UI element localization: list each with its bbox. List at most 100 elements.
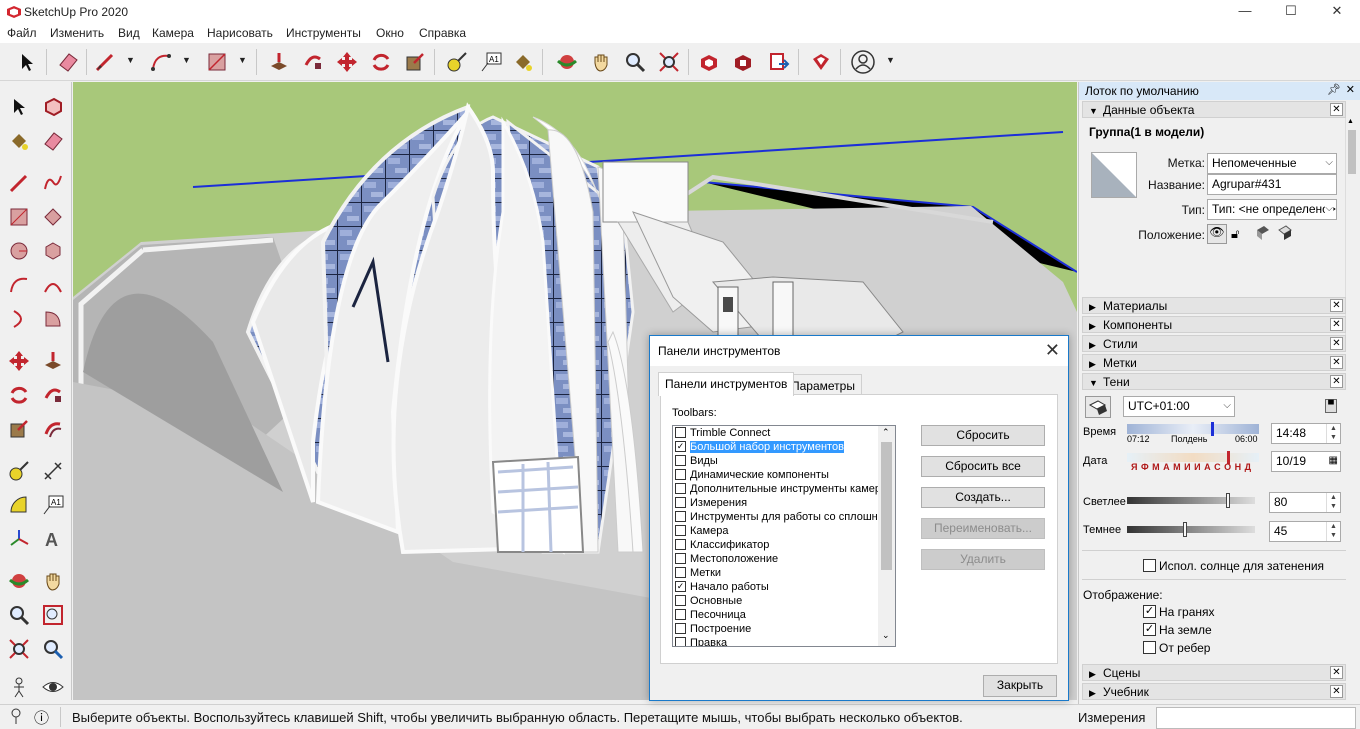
tab-toolbars[interactable]: Панели инструментов bbox=[658, 372, 795, 396]
close-window-button[interactable]: ✕ bbox=[1314, 0, 1360, 24]
toolbar-list-item[interactable]: Инструменты для работы со сплошн bbox=[675, 510, 878, 525]
scroll-thumb[interactable] bbox=[881, 442, 892, 570]
look-around-tool-icon[interactable] bbox=[38, 672, 68, 702]
toolbar-checkbox[interactable] bbox=[675, 524, 686, 536]
dialog-title-bar[interactable]: Панели инструментов ✕ bbox=[650, 336, 1068, 366]
toolbar-checkbox[interactable] bbox=[675, 622, 686, 634]
toolbar-list-item[interactable]: ✓ Начало работы bbox=[675, 580, 769, 595]
user-account-icon[interactable] bbox=[848, 47, 878, 77]
eraser-tool-icon[interactable] bbox=[53, 47, 83, 77]
toolbar-list-item[interactable]: Построение bbox=[675, 622, 751, 637]
menu-help[interactable]: Справка bbox=[419, 26, 466, 40]
date-slider[interactable] bbox=[1127, 451, 1259, 464]
three-point-arc-tool-icon[interactable] bbox=[4, 304, 34, 334]
line-tool-icon[interactable] bbox=[90, 47, 120, 77]
rotated-rectangle-tool-icon[interactable] bbox=[38, 202, 68, 232]
light-field[interactable]: 80 ▲ ▼ bbox=[1269, 492, 1341, 513]
toolbars-list[interactable]: Trimble Connect ✓ Большой набор инструмент… bbox=[672, 425, 896, 647]
zoom-tool-icon[interactable] bbox=[4, 600, 34, 630]
create-button[interactable]: Создать... bbox=[921, 487, 1045, 508]
toolbar-list-item[interactable]: Классификатор bbox=[675, 538, 769, 553]
toolbar-checkbox[interactable] bbox=[675, 608, 686, 620]
toolbar-checkbox[interactable] bbox=[675, 552, 686, 564]
toolbar-checkbox[interactable]: ✓ bbox=[675, 580, 686, 592]
rectangle-tool-icon[interactable] bbox=[202, 47, 232, 77]
scenes-header[interactable]: ▶ Сцены ✕ bbox=[1082, 664, 1346, 681]
follow-me-tool-icon[interactable] bbox=[38, 380, 68, 410]
time-spinner-icon[interactable]: ▲ ▼ bbox=[1326, 424, 1340, 443]
shadows-header[interactable]: ▼ Тени ✕ bbox=[1082, 373, 1346, 390]
toolbar-list-item[interactable]: Trimble Connect bbox=[675, 426, 770, 441]
toolbar-list-item[interactable]: ✓ Большой набор инструментов bbox=[675, 440, 844, 455]
3d-text-tool-icon[interactable]: A bbox=[38, 524, 68, 554]
arc-tool-icon[interactable] bbox=[4, 270, 34, 300]
two-point-arc-tool-icon[interactable] bbox=[38, 270, 68, 300]
previous-view-tool-icon[interactable] bbox=[38, 634, 68, 664]
cast-shadows-icon[interactable] bbox=[1277, 224, 1293, 242]
dark-field[interactable]: 45 ▲ ▼ bbox=[1269, 521, 1341, 542]
toolbar-checkbox[interactable] bbox=[675, 510, 686, 522]
scroll-up-icon[interactable]: ⌃ bbox=[882, 427, 890, 438]
arc-tool-icon[interactable] bbox=[146, 47, 176, 77]
pie-tool-icon[interactable] bbox=[38, 304, 68, 334]
scroll-up-icon[interactable]: ▲ bbox=[1347, 118, 1354, 125]
extension-manager-icon[interactable] bbox=[806, 47, 836, 77]
toolbar-list-item[interactable]: Основные bbox=[675, 594, 742, 609]
toolbar-list-item[interactable]: Камера bbox=[675, 524, 728, 539]
toolbar-checkbox[interactable]: ✓ bbox=[675, 440, 686, 452]
orbit-tool-icon[interactable] bbox=[552, 47, 582, 77]
close-panel-icon[interactable]: ✕ bbox=[1330, 337, 1343, 350]
toolbar-checkbox[interactable] bbox=[675, 454, 686, 466]
close-panel-icon[interactable]: ✕ bbox=[1330, 685, 1343, 698]
delete-button[interactable]: Удалить bbox=[921, 549, 1045, 570]
close-icon[interactable]: ✕ bbox=[1045, 340, 1060, 361]
toolbar-checkbox[interactable] bbox=[675, 594, 686, 606]
toolbar-list-item[interactable]: Динамические компоненты bbox=[675, 468, 829, 483]
pin-icon[interactable]: 📌︎ bbox=[1327, 83, 1341, 96]
close-panel-icon[interactable]: ✕ bbox=[1330, 299, 1343, 312]
rotate-tool-icon[interactable] bbox=[4, 380, 34, 410]
offset-tool-icon[interactable] bbox=[38, 414, 68, 444]
date-field[interactable]: 10/19 ▦ bbox=[1271, 451, 1341, 472]
zoom-extents-tool-icon[interactable] bbox=[4, 634, 34, 664]
tray-scrollbar[interactable]: ▲ bbox=[1345, 118, 1357, 338]
scale-tool-icon[interactable] bbox=[400, 47, 430, 77]
dark-slider[interactable] bbox=[1127, 522, 1255, 537]
tags-header[interactable]: ▶ Метки ✕ bbox=[1082, 354, 1346, 371]
toolbar-list-item[interactable]: Виды bbox=[675, 454, 718, 469]
close-panel-icon[interactable]: ✕ bbox=[1330, 356, 1343, 369]
materials-header[interactable]: ▶ Материалы ✕ bbox=[1082, 297, 1346, 314]
axes-tool-icon[interactable] bbox=[4, 524, 34, 554]
menu-window[interactable]: Окно bbox=[376, 26, 404, 40]
tab-options[interactable]: Параметры bbox=[784, 374, 862, 396]
entity-info-header[interactable]: ▼ Данные объекта ✕ bbox=[1082, 101, 1346, 118]
toggle-shadows-button[interactable] bbox=[1085, 396, 1111, 418]
line-dropdown-arrow-icon[interactable]: ▼ bbox=[126, 55, 136, 65]
close-panel-icon[interactable]: ✕ bbox=[1330, 375, 1343, 388]
menu-edit[interactable]: Изменить bbox=[50, 26, 104, 40]
toolbar-checkbox[interactable] bbox=[675, 496, 686, 508]
move-tool-icon[interactable] bbox=[332, 47, 362, 77]
shape-dropdown-arrow-icon[interactable]: ▼ bbox=[238, 55, 248, 65]
arc-dropdown-arrow-icon[interactable]: ▼ bbox=[182, 55, 192, 65]
type-dropdown[interactable]: Тип: <не определено> ⌵ bbox=[1207, 199, 1337, 220]
text-tool-icon[interactable]: A1 bbox=[38, 490, 68, 520]
toolbar-checkbox[interactable] bbox=[675, 636, 686, 646]
protractor-tool-icon[interactable] bbox=[4, 490, 34, 520]
toolbar-list-item[interactable]: Местоположение bbox=[675, 552, 778, 567]
circle-tool-icon[interactable] bbox=[4, 236, 34, 266]
reset-all-button[interactable]: Сбросить все bbox=[921, 456, 1045, 477]
geolocation-icon[interactable] bbox=[8, 707, 24, 725]
toolbar-list-item[interactable]: Метки bbox=[675, 566, 721, 581]
close-button[interactable]: Закрыть bbox=[983, 675, 1057, 697]
dark-slider-thumb[interactable] bbox=[1183, 522, 1187, 537]
rename-button[interactable]: Переименовать... bbox=[921, 518, 1045, 539]
select-tool-icon[interactable] bbox=[4, 92, 34, 122]
name-field[interactable]: Agrupar#431 bbox=[1207, 174, 1337, 195]
on-ground-checkbox[interactable]: ✓ bbox=[1143, 623, 1156, 636]
dimension-tool-icon[interactable] bbox=[38, 456, 68, 486]
zoom-extents-tool-icon[interactable] bbox=[654, 47, 684, 77]
scroll-thumb[interactable] bbox=[1348, 130, 1356, 174]
info-icon[interactable]: ⓘ bbox=[34, 707, 49, 728]
from-edges-checkbox[interactable] bbox=[1143, 641, 1156, 654]
